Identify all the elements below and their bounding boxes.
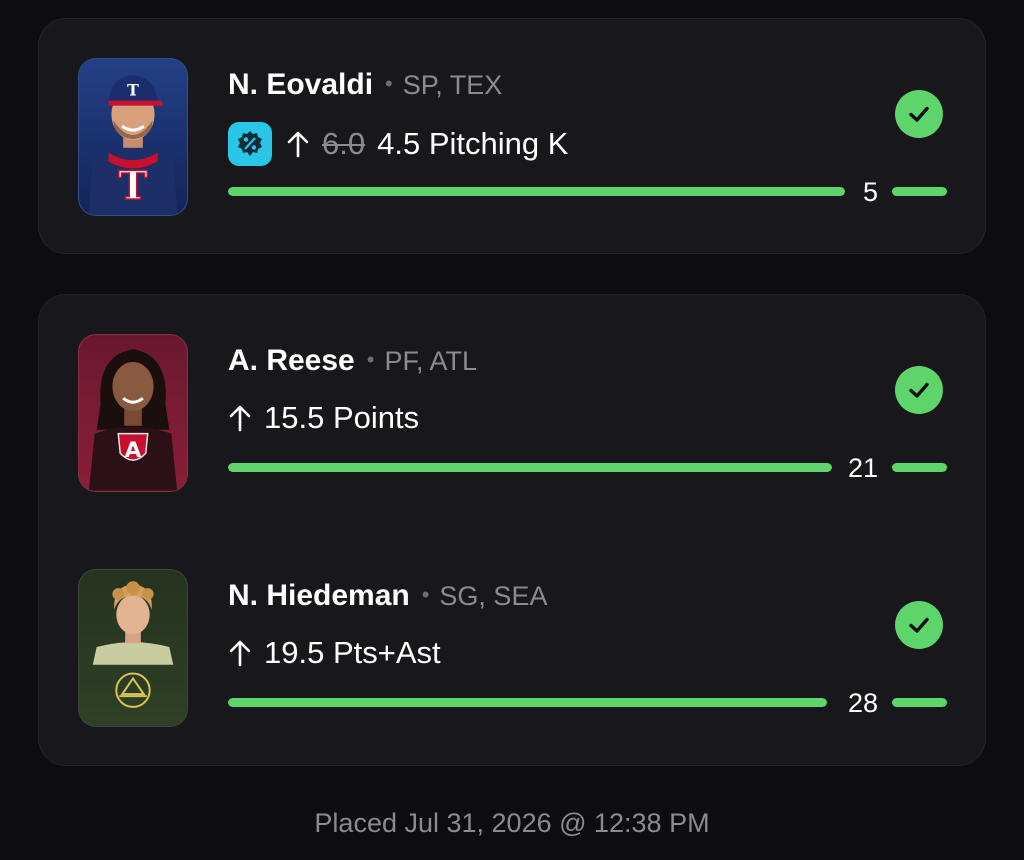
- separator-dot: •: [385, 71, 393, 96]
- player-photo-reese: A: [79, 335, 187, 491]
- separator-dot: •: [366, 347, 375, 372]
- projected-line: 4.5: [377, 126, 421, 161]
- progress-fill: [228, 463, 832, 472]
- player-position-team: SP, TEX: [402, 70, 503, 100]
- player-avatar: A: [78, 334, 188, 492]
- pick-card-group[interactable]: A A. Reese • PF, ATL 15.5 Points 21 N. H…: [38, 294, 986, 766]
- progress-fill: [228, 187, 845, 196]
- progress-bar: [228, 698, 827, 707]
- svg-text:T: T: [127, 81, 139, 100]
- arrow-up-icon: [229, 640, 251, 667]
- player-avatar: T T: [78, 58, 188, 216]
- player-name: N. Eovaldi: [228, 68, 374, 101]
- placed-timestamp: Placed Jul 31, 2026 @ 12:38 PM: [314, 808, 710, 838]
- pick-row[interactable]: T T N. Eovaldi • SP, TEX 6.0 4.5 Pitchin…: [39, 19, 985, 216]
- pick-row[interactable]: A A. Reese • PF, ATL 15.5 Points 21: [39, 295, 985, 492]
- player-name: N. Hiedeman: [228, 579, 410, 612]
- player-photo-hiedeman: [79, 570, 187, 726]
- svg-text:A: A: [125, 438, 142, 463]
- result-value: 5: [862, 177, 878, 207]
- progress-tail: [892, 698, 947, 707]
- player-position-team: SG, SEA: [439, 581, 548, 611]
- progress-fill: [228, 698, 827, 707]
- arrow-up-icon: [287, 131, 309, 158]
- progress-bar: [228, 187, 845, 196]
- separator-dot: •: [421, 582, 430, 607]
- check-circle-icon: [895, 601, 943, 649]
- player-photo-eovaldi: T T: [79, 59, 187, 215]
- pick-row[interactable]: N. Hiedeman • SG, SEA 19.5 Pts+Ast 28: [39, 530, 985, 727]
- player-avatar: [78, 569, 188, 727]
- stat-type: Pitching K: [428, 126, 569, 161]
- progress-tail: [892, 187, 947, 196]
- original-line: 6.0: [322, 126, 366, 161]
- player-position-team: PF, ATL: [384, 346, 477, 376]
- stat-type: Points: [332, 400, 420, 435]
- check-circle-icon: [895, 90, 943, 138]
- player-name: A. Reese: [228, 344, 355, 377]
- projected-line: 19.5: [264, 635, 325, 670]
- check-circle-icon: [895, 366, 943, 414]
- result-value: 21: [847, 453, 878, 483]
- arrow-up-icon: [229, 405, 251, 432]
- svg-text:T: T: [118, 163, 147, 209]
- pick-card-eovaldi[interactable]: T T N. Eovaldi • SP, TEX 6.0 4.5 Pitchin…: [38, 18, 986, 254]
- result-value: 28: [847, 688, 878, 718]
- stat-type: Pts+Ast: [332, 635, 441, 670]
- discount-badge-icon: [228, 122, 272, 166]
- projected-line: 15.5: [264, 400, 325, 435]
- progress-tail: [892, 463, 947, 472]
- progress-bar: [228, 463, 832, 472]
